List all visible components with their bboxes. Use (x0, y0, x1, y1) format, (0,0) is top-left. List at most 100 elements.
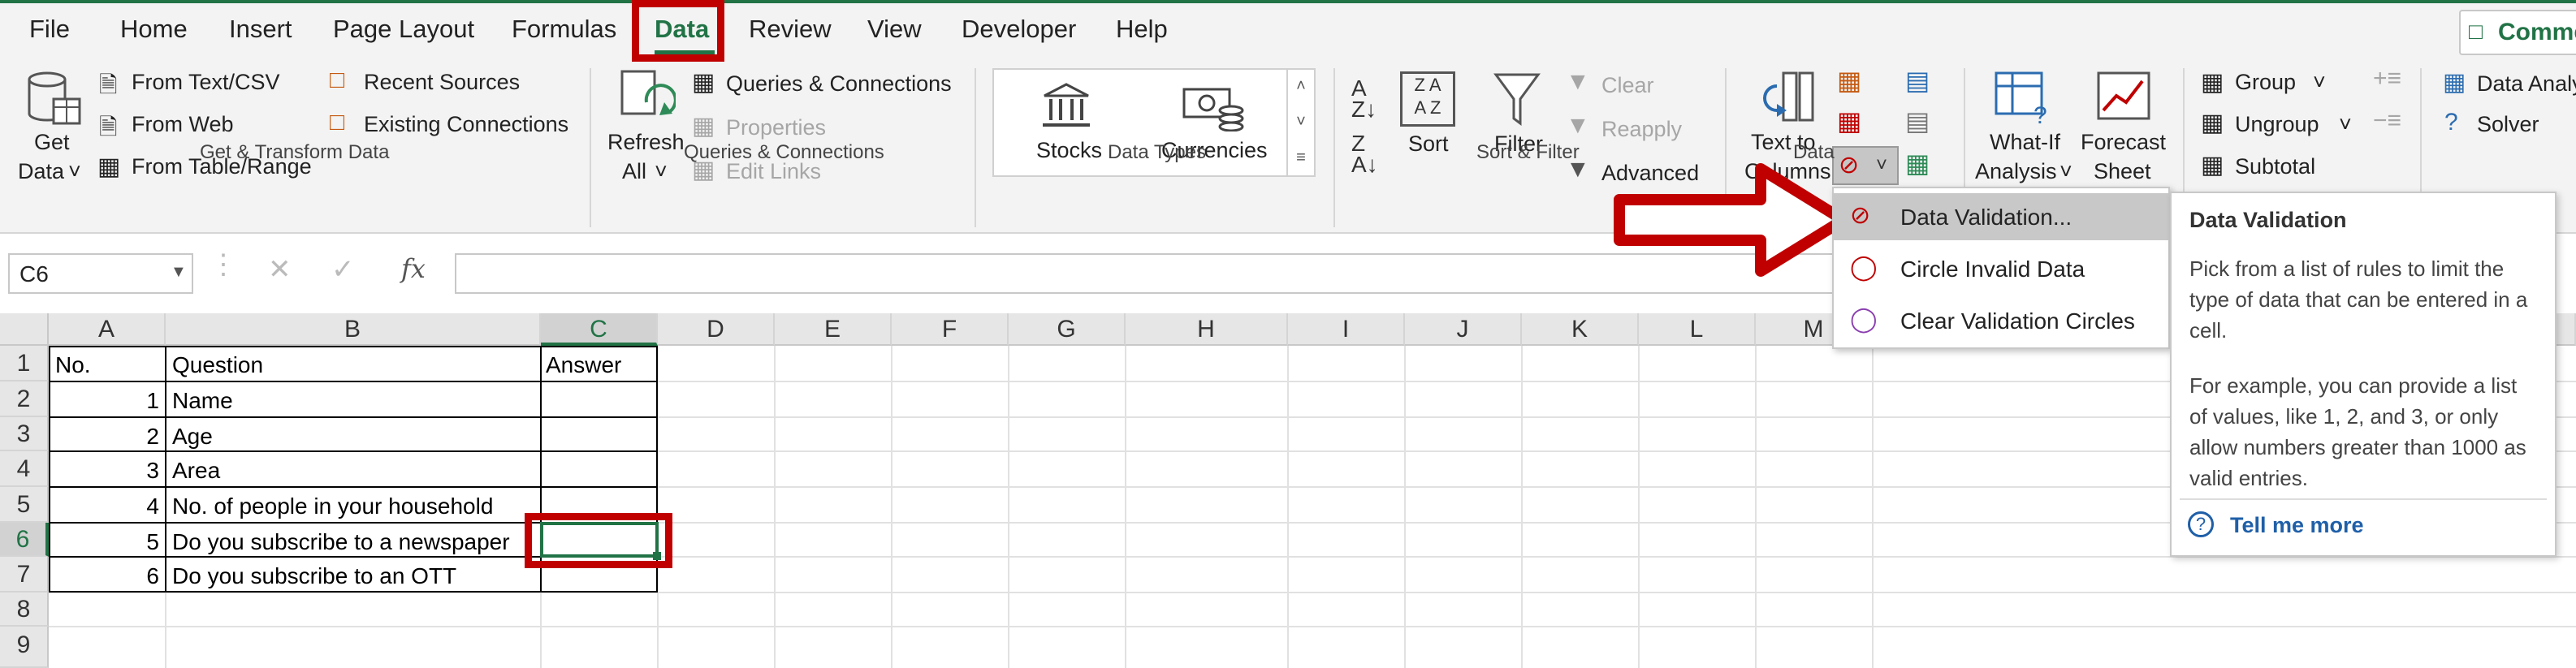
row-header[interactable]: 7 (0, 557, 49, 593)
chevron-down-icon[interactable]: ˅ (2313, 70, 2326, 95)
cell-question[interactable]: Area (172, 458, 220, 484)
row-header[interactable]: 6 (0, 523, 49, 557)
row-header[interactable]: 4 (0, 451, 49, 487)
what-if-label-1[interactable]: What-If (1990, 130, 2060, 155)
refresh-all-label-2[interactable]: All (622, 159, 646, 184)
separator (590, 68, 591, 227)
tab-insert[interactable]: Insert (229, 15, 292, 44)
header-cell-question[interactable]: Question (172, 352, 263, 378)
cell-question[interactable]: Age (172, 424, 213, 450)
forecast-label-2[interactable]: Sheet (2094, 159, 2151, 184)
cell-no[interactable]: 6 (49, 563, 159, 589)
forecast-label-1[interactable]: Forecast (2081, 130, 2166, 155)
row-header[interactable]: 9 (0, 627, 49, 668)
cell-no[interactable]: 2 (49, 424, 159, 450)
tab-home[interactable]: Home (120, 15, 188, 44)
get-data-label-1[interactable]: Get (34, 130, 70, 155)
recent-sources-button[interactable]: Recent Sources (364, 70, 520, 95)
queries-connections-button[interactable]: Queries & Connections (726, 71, 952, 97)
name-box[interactable]: C6 ▼ (8, 253, 193, 294)
chevron-down-icon[interactable]: ˅ (655, 159, 668, 184)
tab-formulas[interactable]: Formulas (512, 15, 616, 44)
cell-no[interactable]: 5 (49, 529, 159, 555)
menu-item-clear-circles[interactable]: ◯ Clear Validation Circles (1834, 297, 2168, 344)
get-data-label-2[interactable]: Data (18, 159, 64, 184)
row-header[interactable]: 2 (0, 381, 49, 417)
menu-item-data-validation[interactable]: ⊘ Data Validation... (1834, 193, 2168, 240)
from-web-button[interactable]: From Web (132, 112, 234, 137)
column-header[interactable]: L (1639, 313, 1756, 346)
column-header[interactable]: C (541, 313, 658, 346)
chevron-down-icon[interactable]: ▼ (171, 263, 187, 282)
column-header[interactable]: B (166, 313, 541, 346)
tab-file[interactable]: File (29, 15, 70, 44)
header-cell-answer[interactable]: Answer (546, 352, 621, 378)
cell-question[interactable]: Do you subscribe to an OTT (172, 563, 456, 589)
column-header[interactable]: E (775, 313, 892, 346)
column-header[interactable]: F (892, 313, 1009, 346)
ungroup-button[interactable]: Ungroup (2235, 112, 2319, 137)
sort-za-icon[interactable]: Z A↓ (1351, 132, 1378, 176)
solver-button[interactable]: Solver (2477, 112, 2539, 137)
column-header[interactable]: K (1522, 313, 1639, 346)
column-header[interactable]: G (1009, 313, 1126, 346)
queries-icon: ▦ (692, 69, 715, 96)
cell-question[interactable]: No. of people in your household (172, 493, 493, 519)
cell-question[interactable]: Do you subscribe to a newspaper (172, 529, 510, 555)
tooltip-body-2: For example, you can provide a list of v… (2189, 373, 2526, 490)
cell-no[interactable]: 4 (49, 493, 159, 519)
manage-data-model-icon[interactable]: ▦ (1905, 148, 1930, 179)
row-header[interactable]: 3 (0, 417, 49, 451)
data-analysis-button[interactable]: Data Analy (2477, 71, 2576, 97)
cell-no[interactable]: 1 (49, 388, 159, 414)
stocks-button[interactable]: Stocks (1036, 138, 1102, 163)
relationships-icon[interactable]: ▤ (1905, 106, 1930, 136)
selected-cell-highlight (525, 513, 672, 568)
what-if-label-2[interactable]: Analysis (1975, 159, 2057, 184)
clear-button[interactable]: Clear (1601, 73, 1654, 98)
refresh-all-label-1[interactable]: Refresh (607, 130, 685, 155)
column-header[interactable]: J (1405, 313, 1522, 346)
flash-fill-icon[interactable]: ▦ (1837, 65, 1861, 96)
cell-no[interactable]: 3 (49, 458, 159, 484)
chevron-down-icon[interactable]: ˅ (2060, 159, 2072, 184)
column-header[interactable]: I (1288, 313, 1405, 346)
tab-developer[interactable]: Developer (962, 15, 1076, 44)
header-cell-no[interactable]: No. (55, 352, 91, 378)
menu-item-circle-invalid[interactable]: ◯ Circle Invalid Data (1834, 245, 2168, 292)
from-text-csv-button[interactable]: From Text/CSV (132, 70, 280, 95)
column-header[interactable]: A (49, 313, 166, 346)
tab-page-layout[interactable]: Page Layout (333, 15, 474, 44)
consolidate-icon[interactable]: ▤ (1905, 65, 1930, 96)
insert-function-icon[interactable]: fx (401, 253, 426, 284)
show-detail-icon[interactable]: +≡ (2373, 65, 2401, 93)
row-header[interactable]: 1 (0, 346, 49, 381)
row-header[interactable]: 8 (0, 593, 49, 627)
comments-icon: □ (2469, 19, 2483, 44)
tab-view[interactable]: View (867, 15, 922, 44)
chevron-down-icon[interactable]: ˅ (2339, 112, 2352, 137)
row-header[interactable]: 5 (0, 487, 49, 523)
select-all-corner[interactable] (0, 313, 49, 346)
existing-connections-button[interactable]: Existing Connections (364, 112, 568, 137)
group-label-get-transform: Get & Transform Data (200, 141, 390, 163)
group-button[interactable]: Group (2235, 70, 2296, 95)
tell-me-more-link[interactable]: Tell me more (2230, 513, 2364, 538)
comments-button[interactable]: □ Comme (2459, 10, 2576, 55)
subtotal-button[interactable]: Subtotal (2235, 154, 2315, 179)
chevron-down-icon[interactable]: ˅ (68, 159, 81, 184)
tab-help[interactable]: Help (1116, 15, 1168, 44)
sort-az-icon[interactable]: A Z↓ (1351, 77, 1377, 121)
column-header[interactable]: D (658, 313, 775, 346)
column-header[interactable]: H (1126, 313, 1288, 346)
remove-duplicates-icon[interactable]: ▦ (1837, 106, 1861, 136)
gallery-scroll[interactable]: ˄ ˅ ≡ (1286, 68, 1314, 175)
cancel-icon[interactable]: ✕ (268, 253, 292, 286)
tab-review[interactable]: Review (749, 15, 832, 44)
enter-icon[interactable]: ✓ (331, 253, 355, 286)
properties-button[interactable]: Properties (726, 115, 826, 140)
cell-question[interactable]: Name (172, 388, 233, 414)
reapply-button[interactable]: Reapply (1601, 117, 1682, 142)
hide-detail-icon[interactable]: −≡ (2373, 107, 2401, 135)
sort-button[interactable]: Sort (1408, 131, 1449, 157)
